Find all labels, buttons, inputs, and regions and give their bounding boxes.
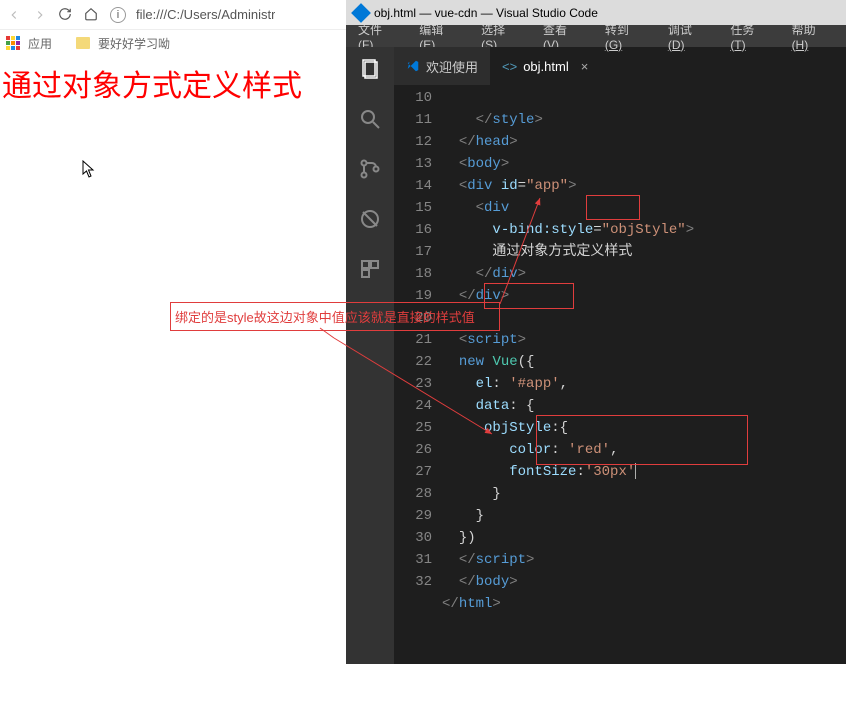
- browser-toolbar: i file:///C:/Users/Administr: [0, 0, 346, 30]
- folder-icon: [76, 37, 90, 49]
- cursor-icon: [82, 160, 96, 183]
- editor[interactable]: 1011121314151617181920212223242526272829…: [394, 85, 846, 664]
- caret: [635, 463, 636, 479]
- extensions-icon[interactable]: [358, 257, 382, 281]
- browser-window: i file:///C:/Users/Administr 应用 要好好学习呦 通…: [0, 0, 346, 664]
- vscode-logo-icon: [351, 3, 371, 23]
- tab-obj-html[interactable]: <> obj.html ×: [490, 47, 600, 85]
- address-bar[interactable]: file:///C:/Users/Administr: [136, 7, 275, 22]
- line-gutter: 1011121314151617181920212223242526272829…: [394, 85, 442, 664]
- back-icon[interactable]: [6, 7, 22, 23]
- vscode-titlebar: obj.html — vue-cdn — Visual Studio Code: [346, 0, 846, 25]
- page-output-text: 通过对象方式定义样式: [0, 56, 346, 118]
- vscode-window: obj.html — vue-cdn — Visual Studio Code …: [346, 0, 846, 664]
- home-icon[interactable]: [84, 7, 100, 23]
- reload-icon[interactable]: [58, 7, 74, 23]
- forward-icon[interactable]: [32, 7, 48, 23]
- menubar: 文件(F) 编辑(E) 选择(S) 查看(V) 转到(G) 调试(D) 任务(T…: [346, 25, 846, 47]
- explorer-icon[interactable]: [358, 57, 382, 81]
- tab-welcome[interactable]: 欢迎使用: [394, 47, 490, 85]
- annotation-note: 绑定的是style故这边对象中值应该就是直接的样式值: [170, 302, 500, 331]
- bookmark-bar: 应用 要好好学习呦: [0, 30, 346, 56]
- search-icon[interactable]: [358, 107, 382, 131]
- site-info-icon[interactable]: i: [110, 7, 126, 23]
- close-icon[interactable]: ×: [581, 59, 589, 74]
- debug-icon[interactable]: [358, 207, 382, 231]
- title-text: obj.html — vue-cdn — Visual Studio Code: [374, 6, 598, 20]
- activity-bar: [346, 47, 394, 664]
- apps-label[interactable]: 应用: [28, 35, 52, 52]
- annotation-rect-style: [586, 195, 640, 220]
- tab-bar: 欢迎使用 <> obj.html ×: [394, 47, 846, 85]
- code-area[interactable]: </style> </head> <body> <div id="app"> <…: [442, 85, 846, 664]
- vscode-icon: [406, 59, 420, 73]
- source-control-icon[interactable]: [358, 157, 382, 181]
- apps-icon[interactable]: [6, 36, 20, 50]
- bookmark-folder[interactable]: 要好好学习呦: [98, 35, 170, 52]
